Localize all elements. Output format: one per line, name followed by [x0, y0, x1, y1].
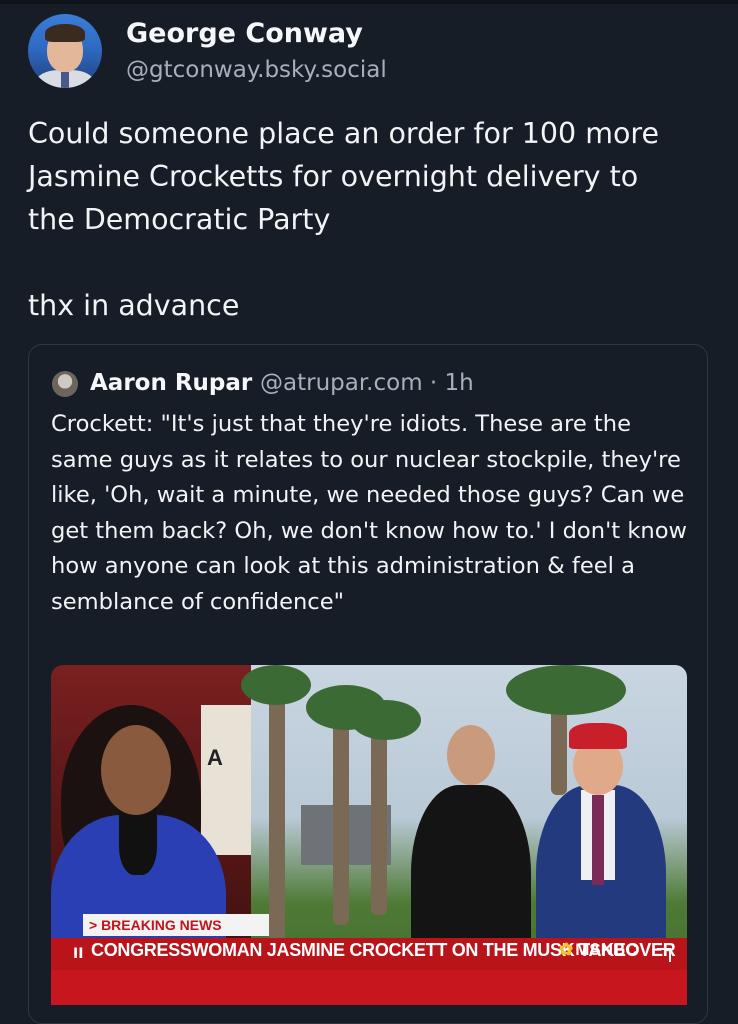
- top-divider: [0, 0, 738, 4]
- post-header: George Conway @gtconway.bsky.social: [28, 14, 718, 94]
- quote-author-handle: @atrupar.com · 1h: [260, 370, 474, 396]
- peacock-icon: ✿: [559, 940, 574, 959]
- expand-icon[interactable]: [657, 948, 671, 962]
- network-logo: ✿ MSNBC: [559, 940, 638, 959]
- quote-author-name: Aaron Rupar: [90, 370, 253, 396]
- breaking-news-label: > BREAKING NEWS: [83, 914, 269, 936]
- post-text: Could someone place an order for 100 mor…: [28, 117, 660, 322]
- author-avatar[interactable]: [28, 14, 102, 88]
- quote-text: Crockett: "It's just that they're idiots…: [51, 411, 688, 615]
- video-thumbnail[interactable]: A > BREAKING NEWS II CONGRESSWOMAN JASMI…: [51, 665, 687, 1005]
- quoted-post[interactable]: Aaron Rupar @atrupar.com · 1h Crockett: …: [28, 344, 708, 1024]
- quote-author-avatar: [52, 371, 78, 397]
- pause-icon[interactable]: II: [73, 946, 83, 962]
- author-handle[interactable]: @gtconway.bsky.social: [126, 57, 387, 83]
- author-name[interactable]: George Conway: [126, 18, 363, 49]
- studio-sign-letter: A: [207, 745, 223, 770]
- news-ticker: II CONGRESSWOMAN JASMINE CROCKETT ON THE…: [51, 938, 687, 1005]
